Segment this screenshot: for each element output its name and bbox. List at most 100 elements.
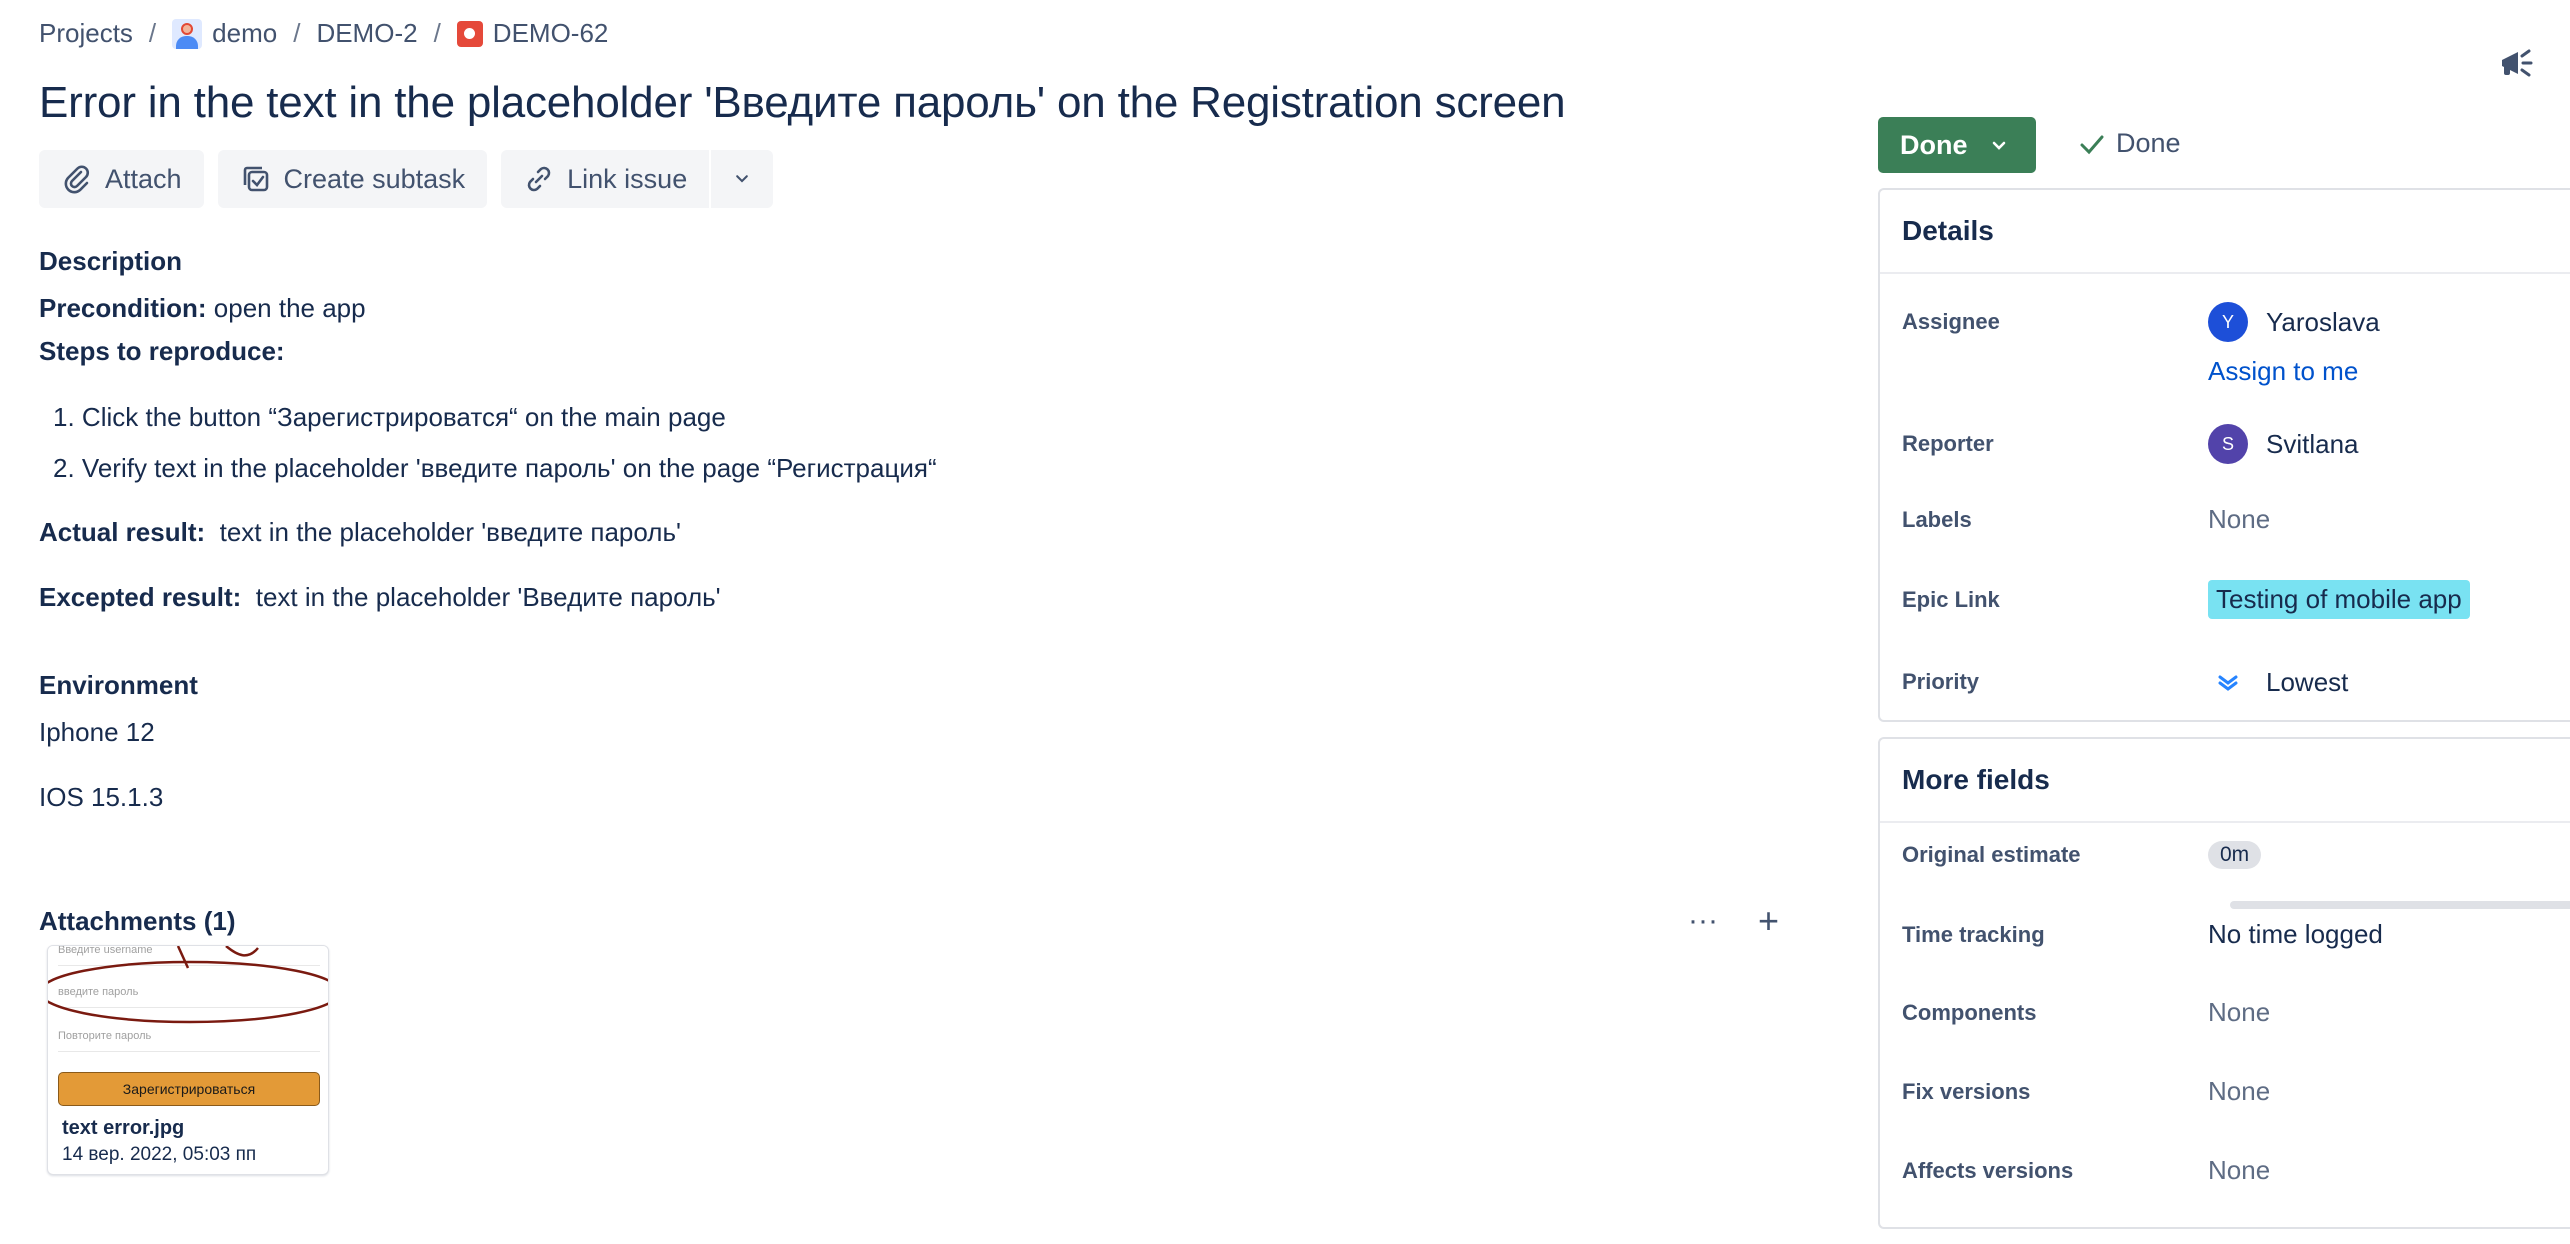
original-estimate-row: Original estimate 0m bbox=[1902, 841, 2570, 869]
description-heading: Description bbox=[39, 246, 183, 276]
breadcrumb-separator: / bbox=[433, 18, 441, 48]
labels-label: Labels bbox=[1902, 506, 1972, 532]
priority-text: Lowest bbox=[2266, 666, 2349, 697]
breadcrumb-issue-label: DEMO-62 bbox=[492, 18, 609, 48]
attachment-card[interactable]: Введите username введите пароль Повторит… bbox=[47, 945, 329, 1175]
affects-versions-value[interactable]: None bbox=[2208, 1155, 2270, 1186]
fix-versions-label: Fix versions bbox=[1902, 1078, 2031, 1104]
affects-versions-row: Affects versions None bbox=[1902, 1155, 2570, 1186]
reporter-label: Reporter bbox=[1902, 431, 1994, 456]
breadcrumb-separator: / bbox=[148, 18, 157, 48]
actual-result-label: Actual result: bbox=[39, 517, 206, 547]
time-tracking-bar[interactable] bbox=[2230, 901, 2570, 909]
attach-button-label: Attach bbox=[105, 163, 182, 194]
list-item: 1. Click the button “Зарегистрироватся“ … bbox=[53, 402, 726, 433]
reporter-value[interactable]: S Svitlana bbox=[2208, 424, 2359, 464]
issue-toolbar: Attach Create subtask Link issue bbox=[39, 150, 774, 208]
time-tracking-row: Time tracking No time logged bbox=[1902, 901, 2570, 950]
components-label: Components bbox=[1902, 999, 2037, 1025]
breadcrumb-issue[interactable]: DEMO-62 bbox=[456, 18, 609, 49]
attachments-header: Attachments (1) ··· + bbox=[39, 900, 1779, 942]
chevron-down-icon bbox=[736, 175, 749, 183]
megaphone-icon[interactable] bbox=[2496, 44, 2536, 84]
assignee-label: Assignee bbox=[1902, 309, 2000, 334]
link-issue-button[interactable]: Link issue bbox=[501, 150, 710, 208]
attachment-filename: text error.jpg bbox=[62, 1117, 185, 1139]
attachments-actions: ··· + bbox=[1688, 900, 1779, 942]
attachment-date: 14 вер. 2022, 05:03 пп bbox=[62, 1144, 257, 1165]
reporter-name: Svitlana bbox=[2266, 428, 2359, 459]
resolution-label: Done bbox=[2116, 128, 2181, 158]
attachments-heading: Attachments (1) bbox=[39, 905, 236, 936]
subtask-icon bbox=[243, 166, 268, 192]
time-tracking-label: Time tracking bbox=[1902, 921, 2045, 947]
reporter-row: Reporter S Svitlana bbox=[1902, 424, 2570, 464]
chevron-down-icon bbox=[1992, 141, 2005, 150]
thumb-register-button: Зарегистрироваться bbox=[58, 1072, 320, 1106]
assignee-row: Assignee Y Yaroslava bbox=[1902, 302, 2570, 342]
status-button-label: Done bbox=[1900, 129, 1968, 160]
breadcrumb-project-label: demo bbox=[212, 18, 278, 48]
epic-link-value[interactable]: Testing of mobile app bbox=[2208, 580, 2470, 619]
create-subtask-button[interactable]: Create subtask bbox=[217, 150, 488, 208]
more-fields-panel: More fields Original estimate 0m Time tr… bbox=[1878, 737, 2570, 1229]
steps-label: Steps to reproduce: bbox=[39, 336, 285, 366]
labels-row: Labels None bbox=[1902, 504, 2570, 535]
attachment-thumbnail: Введите username введите пароль Повторит… bbox=[48, 946, 328, 1111]
create-subtask-label: Create subtask bbox=[283, 163, 466, 194]
breadcrumb-project[interactable]: demo bbox=[172, 18, 277, 49]
fix-versions-value[interactable]: None bbox=[2208, 1076, 2270, 1107]
environment-heading: Environment bbox=[39, 670, 198, 700]
avatar: Y bbox=[2208, 302, 2248, 342]
components-value[interactable]: None bbox=[2208, 997, 2270, 1028]
list-item: 2. Verify text in the placeholder 'введи… bbox=[53, 453, 937, 484]
attach-button[interactable]: Attach bbox=[39, 150, 204, 208]
priority-label: Priority bbox=[1902, 669, 1980, 694]
link-icon bbox=[527, 166, 551, 192]
environment-device: Iphone 12 bbox=[39, 717, 155, 747]
original-estimate-value[interactable]: 0m bbox=[2208, 841, 2262, 869]
step-number: 2. bbox=[53, 453, 75, 483]
time-tracking-value[interactable]: No time logged bbox=[2208, 919, 2383, 950]
link-issue-group: Link issue bbox=[501, 150, 774, 208]
resolution-status: Done bbox=[2078, 128, 2181, 159]
expected-result-label: Excepted result: bbox=[39, 582, 242, 612]
steps-heading: Steps to reproduce: bbox=[39, 336, 285, 367]
project-avatar-icon bbox=[172, 18, 203, 49]
check-icon bbox=[2080, 135, 2104, 154]
labels-value[interactable]: None bbox=[2208, 504, 2270, 535]
details-heading[interactable]: Details bbox=[1880, 190, 2570, 274]
estimate-badge: 0m bbox=[2208, 841, 2262, 869]
more-actions-dropdown[interactable] bbox=[711, 150, 774, 208]
priority-row: Priority Lowest bbox=[1902, 662, 2570, 702]
step-text: Click the button “Зарегистрироватся“ on … bbox=[81, 402, 726, 432]
attachment-meta: text error.jpg 14 вер. 2022, 05:03 пп bbox=[48, 1111, 328, 1172]
environment-os: IOS 15.1.3 bbox=[39, 782, 164, 812]
breadcrumb-epic[interactable]: DEMO-2 bbox=[316, 18, 417, 49]
actual-result-line: Actual result: text in the placeholder '… bbox=[39, 517, 681, 548]
priority-lowest-icon bbox=[2218, 675, 2238, 691]
epic-link-row: Epic Link Testing of mobile app bbox=[1902, 580, 2570, 619]
priority-value[interactable]: Lowest bbox=[2208, 662, 2348, 702]
actual-result-text: text in the placeholder 'введите пароль' bbox=[205, 517, 681, 547]
issue-title[interactable]: Error in the text in the placeholder 'Вв… bbox=[39, 78, 1566, 128]
affects-versions-label: Affects versions bbox=[1902, 1157, 2074, 1183]
status-dropdown-button[interactable]: Done bbox=[1878, 117, 2036, 173]
epic-tag[interactable]: Testing of mobile app bbox=[2208, 580, 2470, 619]
add-attachment-icon[interactable]: + bbox=[1758, 900, 1779, 942]
precondition-line: Precondition: open the app bbox=[39, 293, 366, 324]
details-panel: Details Assignee Y Yaroslava Assign to m… bbox=[1878, 188, 2570, 722]
breadcrumb: Projects / demo / DEMO-2 / DEMO-62 bbox=[39, 18, 608, 49]
precondition-label: Precondition: bbox=[39, 293, 207, 323]
bug-icon bbox=[456, 20, 483, 47]
breadcrumb-projects[interactable]: Projects bbox=[39, 18, 133, 49]
assign-to-me-link[interactable]: Assign to me bbox=[2208, 356, 2358, 387]
breadcrumb-epic-label: DEMO-2 bbox=[316, 18, 418, 48]
more-options-icon[interactable]: ··· bbox=[1688, 904, 1718, 938]
assignee-name: Yaroslava bbox=[2266, 306, 2380, 337]
step-number: 1. bbox=[53, 402, 75, 432]
assignee-value[interactable]: Y Yaroslava bbox=[2208, 302, 2380, 342]
more-fields-heading[interactable]: More fields bbox=[1880, 739, 2570, 823]
avatar: S bbox=[2208, 424, 2248, 464]
fix-versions-row: Fix versions None bbox=[1902, 1076, 2570, 1107]
